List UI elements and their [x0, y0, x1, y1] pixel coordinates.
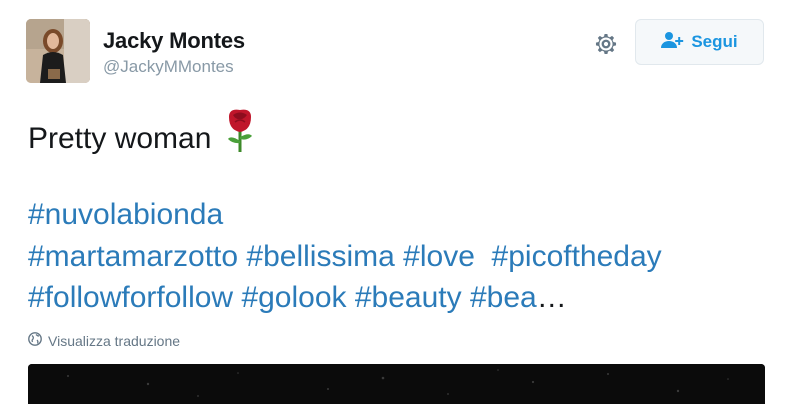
media-preview[interactable]	[28, 364, 765, 404]
user-handle[interactable]: @JackyMMontes	[103, 57, 234, 77]
translate-link[interactable]: Visualizza traduzione	[28, 332, 180, 349]
follow-label: Segui	[691, 32, 738, 51]
user-name[interactable]: Jacky Montes	[103, 28, 245, 54]
hashtag-link[interactable]: #picoftheday	[492, 240, 662, 273]
hashtag-line: #followforfollow #golook #beauty #bea…	[28, 277, 662, 319]
avatar[interactable]	[26, 19, 90, 83]
hashtag-link[interactable]: #bea	[470, 281, 537, 314]
hashtag-line: #martamarzotto #bellissima #love #picoft…	[28, 236, 662, 278]
hashtag-link[interactable]: #bellissima	[246, 240, 394, 273]
translate-label: Visualizza traduzione	[48, 332, 181, 349]
rose-emoji	[223, 108, 257, 163]
tweet-body: Pretty woman	[28, 122, 212, 155]
hashtag-block: #nuvolabionda #martamarzotto #bellissima…	[28, 194, 662, 319]
profile-photo	[26, 19, 90, 83]
hashtag-link[interactable]: #beauty	[355, 281, 462, 314]
globe-icon	[28, 332, 42, 349]
hashtag-link[interactable]: #golook	[241, 281, 346, 314]
hashtag-line: #nuvolabionda	[28, 194, 662, 236]
media-image	[28, 364, 765, 404]
tweet-text: Pretty woman	[28, 108, 257, 163]
hashtag-link[interactable]: #followforfollow	[28, 281, 233, 314]
hashtag-link[interactable]: #nuvolabionda	[28, 198, 223, 231]
follow-button[interactable]: Segui	[635, 19, 764, 65]
gear-icon[interactable]	[592, 30, 620, 58]
truncation-ellipsis: …	[536, 281, 567, 314]
add-user-icon	[661, 31, 685, 54]
hashtag-link[interactable]: #martamarzotto	[28, 240, 238, 273]
hashtag-link[interactable]: #love	[403, 240, 475, 273]
